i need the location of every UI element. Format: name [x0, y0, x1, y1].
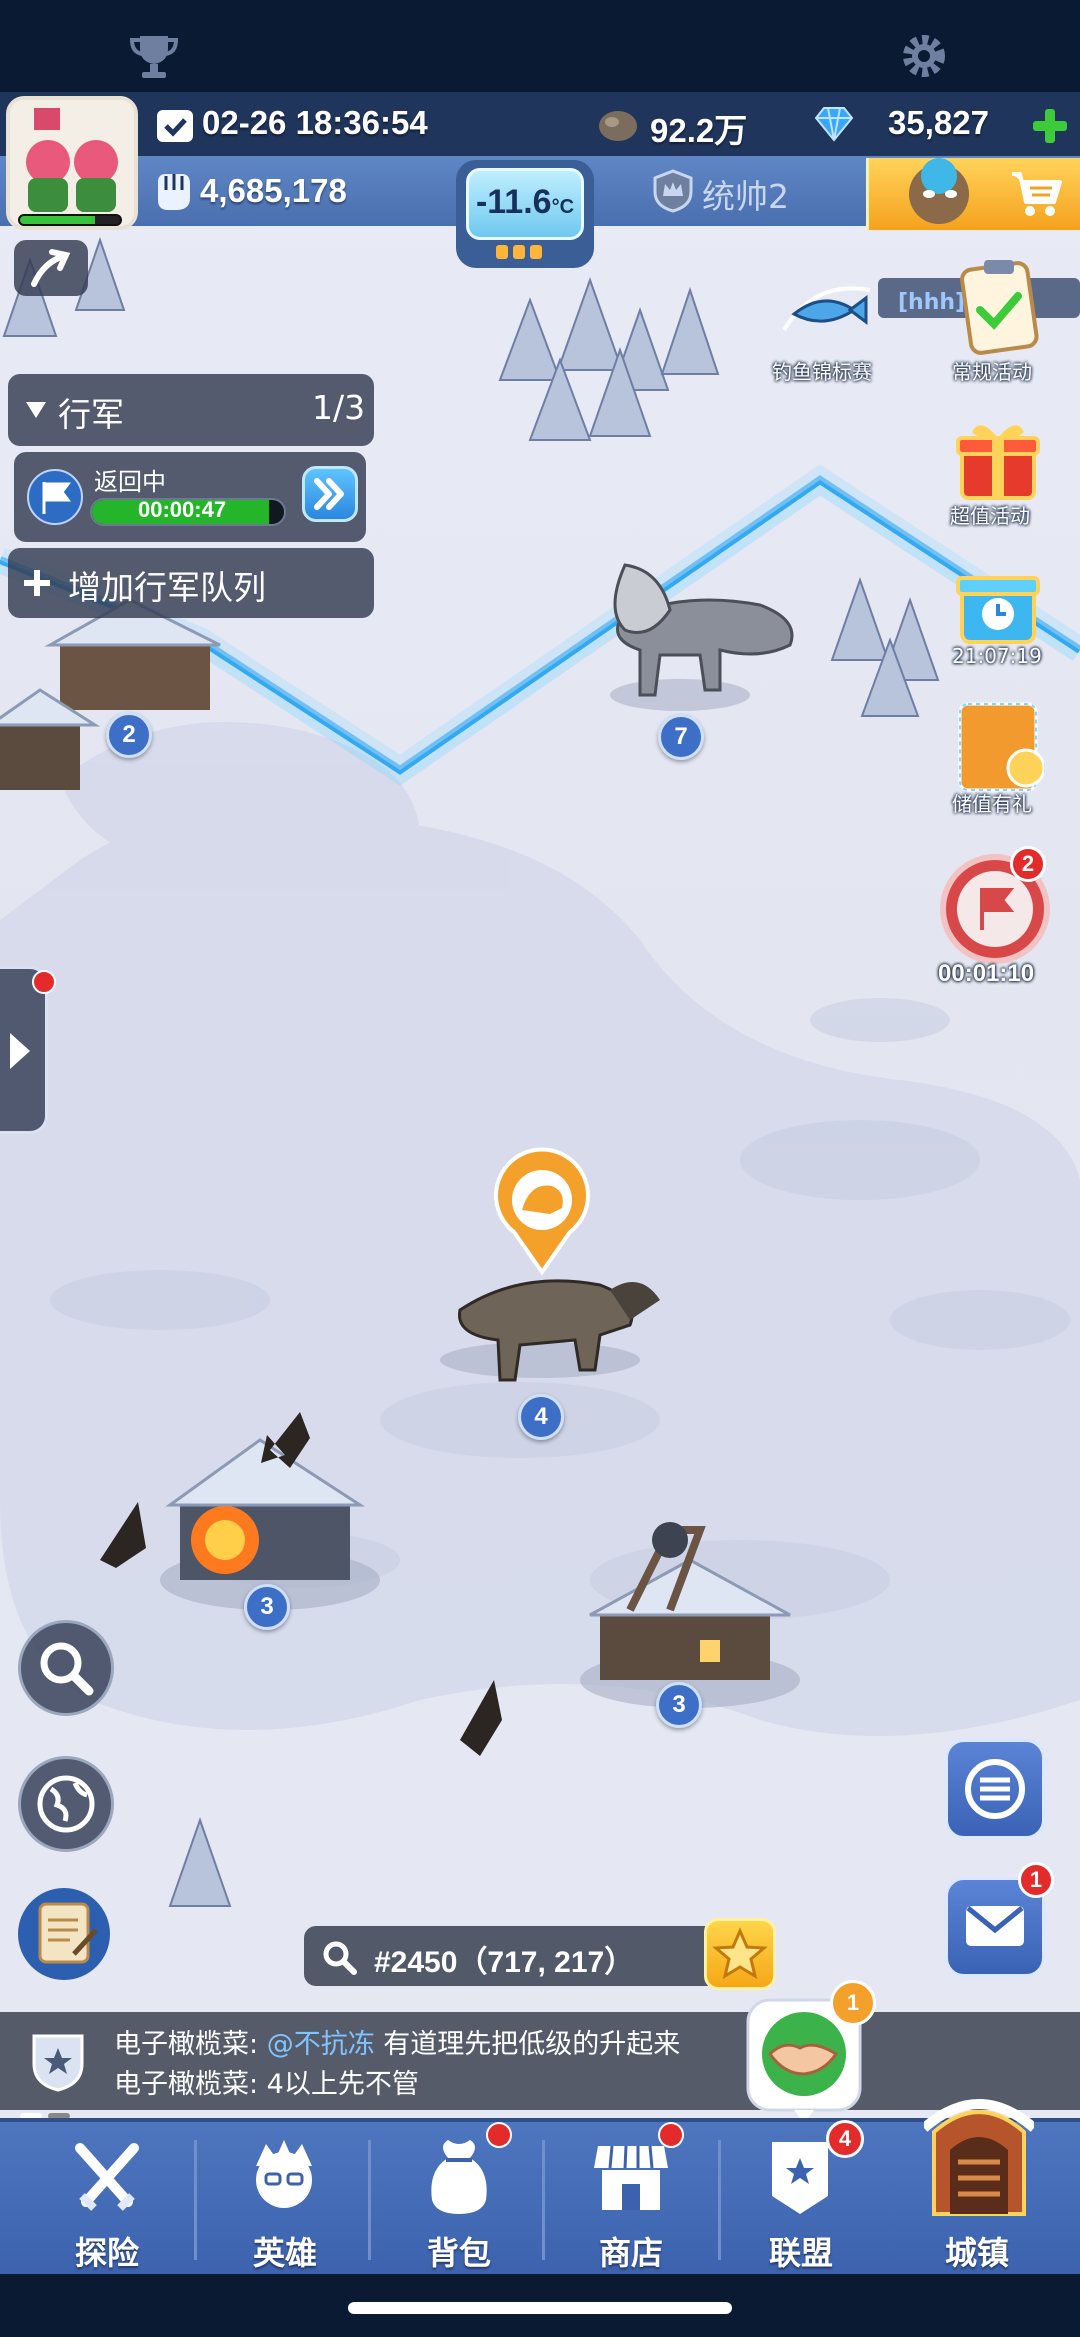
level-badge[interactable]: 7 — [658, 714, 704, 760]
backpack-notification-dot — [486, 2122, 512, 2148]
wolf-top — [610, 563, 794, 711]
value-gift-icon[interactable] — [950, 410, 1046, 506]
shop-notification-dot — [658, 2122, 684, 2148]
march-count: 1/3 — [312, 388, 366, 427]
settings-gear-icon[interactable] — [898, 30, 950, 82]
recharge-event-label: 储值有礼 — [952, 792, 1032, 816]
march-status: 返回中 — [94, 468, 166, 496]
shop-storefront-icon — [594, 2145, 668, 2210]
plus-icon — [24, 570, 50, 596]
regular-event-label: 常规活动 — [952, 360, 1032, 384]
gem-amount: 35,827 — [888, 104, 989, 141]
temperature-widget[interactable]: -11.6°C — [456, 160, 594, 268]
chat-mention[interactable]: @不抗冻 — [267, 2029, 375, 2060]
temperature-level — [496, 244, 547, 263]
collapse-triangle-icon — [26, 402, 46, 418]
star-icon — [712, 1927, 768, 1980]
avatar-health-bar — [18, 214, 122, 226]
crossed-swords-icon — [75, 2143, 139, 2211]
chat-message-1: 电子橄榄菜: @不抗冻 有道理先把低级的升起来 — [114, 2029, 681, 2060]
chevron-right-icon — [10, 1033, 30, 1069]
rally-countdown: 00:01:10 — [938, 960, 1035, 987]
nav-shop-label: 商店 — [598, 2234, 663, 2272]
favorite-button[interactable] — [704, 1918, 776, 1990]
add-gems-icon[interactable] — [1030, 106, 1070, 146]
world-map-button[interactable] — [18, 1756, 114, 1852]
alliance-badge: 4 — [826, 2120, 864, 2158]
nav-alliance-label: 联盟 — [768, 2234, 833, 2272]
search-icon — [40, 1642, 94, 1696]
search-button[interactable] — [18, 1620, 114, 1716]
mail-badge: 1 — [1018, 1862, 1054, 1898]
home-indicator[interactable] — [348, 2302, 732, 2314]
bottom-nav: 探险 英雄 背包 商店 联盟 城镇 — [0, 2099, 1080, 2278]
return-flag-icon — [27, 469, 83, 525]
nav-backpack[interactable]: 背包 — [374, 2122, 544, 2278]
arrow-up-icon — [31, 249, 71, 287]
alliance-chat-shield-icon — [32, 2034, 84, 2092]
avatar-image — [10, 100, 134, 226]
march-header[interactable]: 行军 1/3 — [8, 374, 374, 446]
player-avatar[interactable] — [6, 96, 138, 230]
add-march-label: 增加行军队列 — [68, 568, 266, 607]
crown-shield-icon — [653, 169, 693, 213]
value-event-label: 超值活动 — [950, 504, 1030, 528]
fishing-event-icon[interactable] — [774, 270, 874, 360]
power-fist-icon — [158, 174, 190, 210]
timed-gift-icon[interactable] — [952, 554, 1044, 648]
regular-event-clipboard-icon[interactable] — [954, 256, 1044, 356]
nav-heroes-label: 英雄 — [252, 2234, 317, 2272]
level-badge[interactable]: 2 — [106, 712, 152, 758]
temperature-display: -11.6°C — [466, 168, 584, 240]
calendar-icon — [157, 110, 193, 142]
world-map[interactable]: 2 7 4 3 3 — [0, 0, 1080, 2337]
coordinate-text: #2450（717, 217） — [374, 1946, 635, 1979]
shopping-cart-icon[interactable] — [1008, 168, 1064, 218]
level-badge[interactable]: 3 — [244, 1584, 290, 1630]
help-badge: 1 — [830, 1980, 876, 2026]
stone-amount: 92.2万 — [650, 112, 748, 149]
temperature-value: -11.6°C — [475, 183, 575, 221]
chat-message-2: 电子橄榄菜: 4以上先不管 — [114, 2069, 419, 2100]
alliance-banner-icon — [772, 2142, 828, 2214]
gem-icon — [814, 107, 854, 142]
menu-button[interactable] — [944, 1738, 1046, 1840]
expand-up-button[interactable] — [14, 240, 88, 296]
nav-shop[interactable]: 商店 — [546, 2122, 716, 2278]
stone-icon — [599, 111, 637, 141]
nav-backpack-label: 背包 — [426, 2234, 491, 2272]
rank-label[interactable]: 统帅2 — [702, 170, 789, 218]
server-time: 02-26 18:36:54 — [202, 104, 428, 141]
rally-badge: 2 — [1010, 846, 1046, 882]
recharge-gift-icon[interactable] — [952, 698, 1044, 798]
march-title: 行军 — [58, 395, 124, 434]
hero-face-icon — [256, 2140, 312, 2208]
notification-dot — [32, 970, 56, 994]
nav-town[interactable]: 城镇 — [892, 2099, 1062, 2278]
backpack-bag-icon — [431, 2140, 487, 2214]
nav-explore-label: 探险 — [74, 2234, 139, 2272]
globe-icon — [37, 1775, 95, 1833]
trophy-icon[interactable] — [128, 30, 180, 82]
power-amount: 4,685,178 — [200, 172, 347, 209]
timed-gift-countdown: 21:07:19 — [952, 644, 1042, 668]
level-badge[interactable]: 4 — [518, 1394, 564, 1440]
nav-explore[interactable]: 探险 — [22, 2122, 192, 2278]
magnifier-icon — [323, 1941, 357, 1975]
level-badge[interactable]: 3 — [656, 1682, 702, 1728]
menu-icon — [965, 1759, 1025, 1819]
fishing-event-label: 钓鱼锦标赛 — [772, 360, 872, 384]
speed-up-button[interactable] — [302, 466, 358, 522]
double-chevron-icon — [314, 478, 344, 510]
march-timer: 00:00:47 — [138, 497, 227, 522]
town-gate-icon — [924, 2099, 1034, 2216]
quest-scroll-icon[interactable] — [14, 1884, 114, 1984]
add-march-queue-button[interactable]: 增加行军队列 — [8, 548, 374, 618]
coordinate-bar[interactable]: #2450（717, 217） — [304, 1926, 724, 1986]
map-terrain — [0, 230, 1080, 1907]
nav-town-label: 城镇 — [944, 2234, 1009, 2272]
nav-heroes[interactable]: 英雄 — [200, 2122, 370, 2278]
